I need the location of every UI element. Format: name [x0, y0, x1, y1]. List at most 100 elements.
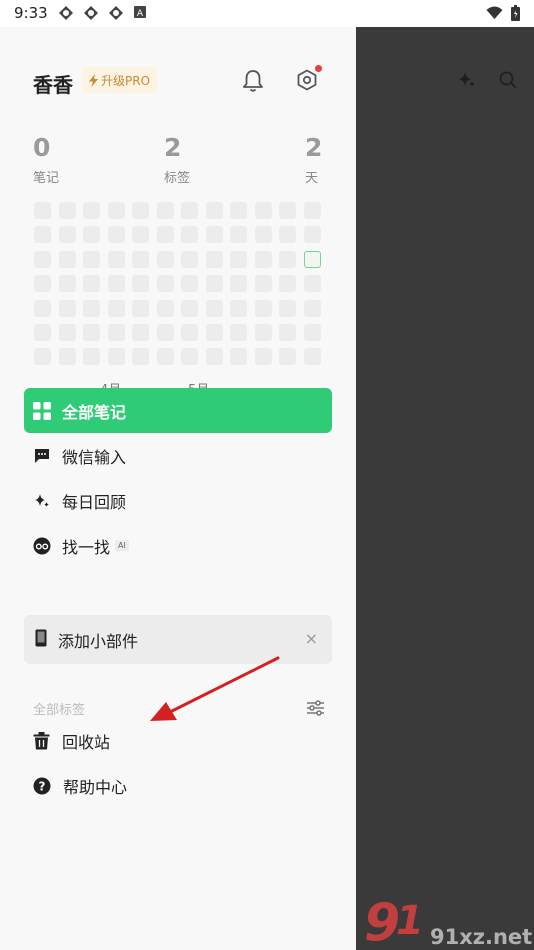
- notification-icons: A: [58, 5, 147, 21]
- heatmap-cell: [34, 202, 51, 219]
- phone-icon: [35, 629, 47, 651]
- heatmap-cell: [58, 348, 76, 366]
- stat-days-label: 天: [305, 171, 319, 186]
- heatmap-cell: [303, 275, 321, 293]
- heatmap-cell: [205, 226, 223, 244]
- stat-notes-value: 0: [33, 133, 51, 162]
- stat-notes-label: 笔记: [33, 171, 60, 186]
- heatmap-cell: [279, 250, 296, 268]
- heatmap-cell: [83, 250, 100, 268]
- help-icon: ?: [33, 777, 51, 795]
- settings-icon[interactable]: [296, 69, 318, 91]
- trash-icon: [33, 732, 50, 750]
- upgrade-label: 升级PRO: [101, 73, 151, 88]
- heatmap-cell: [107, 275, 125, 293]
- menu-item-search[interactable]: 找一找 AI: [24, 523, 332, 568]
- close-icon[interactable]: ×: [305, 629, 318, 648]
- ai-badge: AI: [115, 540, 129, 551]
- heatmap-cell: [83, 348, 100, 366]
- heatmap-cell: [156, 324, 174, 341]
- heatmap-cell: [205, 324, 223, 341]
- heatmap-cell: [230, 250, 247, 268]
- menu-item-daily-review[interactable]: 每日回顾: [24, 478, 332, 523]
- heatmap-cell: [156, 226, 174, 244]
- sync-icon: [84, 6, 98, 20]
- sync-icon: [59, 6, 73, 20]
- heatmap-cell: [254, 348, 272, 366]
- heatmap-cell: [83, 324, 100, 341]
- heatmap-cell: [279, 348, 296, 366]
- svg-text:A: A: [137, 9, 144, 19]
- heatmap-cell: [254, 275, 272, 293]
- heatmap-cell: [132, 202, 149, 219]
- heatmap-cell: [230, 299, 247, 317]
- upgrade-pro-badge[interactable]: 升级PRO: [82, 67, 158, 93]
- heatmap-cell: [303, 299, 321, 317]
- menu-item-wechat-input[interactable]: 微信输入: [24, 433, 332, 478]
- heatmap-cell: [205, 299, 223, 317]
- drawer-scrim[interactable]: [356, 27, 534, 950]
- heatmap-cell: [107, 299, 125, 317]
- heatmap-cell: [58, 226, 76, 244]
- activity-heatmap: [34, 202, 322, 367]
- heatmap-cell: [132, 226, 149, 244]
- heatmap-cell: [107, 226, 125, 244]
- menu-item-help-center[interactable]: ? 帮助中心: [33, 774, 127, 798]
- heatmap-cell: [279, 226, 296, 244]
- heatmap-cell: [34, 299, 51, 317]
- heatmap-cell: [303, 250, 321, 268]
- add-widget-card[interactable]: 添加小部件 ×: [24, 615, 332, 664]
- heatmap-cell: [181, 348, 198, 366]
- svg-text:9: 9: [364, 893, 400, 950]
- heatmap-cell: [230, 324, 247, 341]
- wifi-icon: [486, 6, 503, 19]
- stat-days: 2 天: [305, 133, 322, 186]
- heatmap-cell: [107, 250, 125, 268]
- heatmap-cell: [230, 226, 247, 244]
- heatmap-cell: [205, 250, 223, 268]
- svg-text:1: 1: [396, 898, 424, 944]
- filter-sliders-icon[interactable]: [306, 700, 325, 716]
- heatmap-cell: [58, 275, 76, 293]
- menu-item-all-notes[interactable]: 全部笔记: [24, 388, 332, 433]
- heatmap-cell: [303, 348, 321, 366]
- menu-item-recycle-bin[interactable]: 回收站: [33, 729, 110, 753]
- heatmap-cell: [156, 299, 174, 317]
- heatmap-cell: [254, 299, 272, 317]
- heatmap-cell: [34, 348, 51, 366]
- heatmap-cell: [181, 299, 198, 317]
- stat-tags-label: 标签: [164, 171, 191, 186]
- status-time: 9:33: [14, 4, 48, 22]
- heatmap-cell: [58, 202, 76, 219]
- username: 香香: [33, 73, 73, 97]
- heatmap-cell: [279, 324, 296, 341]
- heatmap-cell: [230, 275, 247, 293]
- heatmap-cell: [34, 275, 51, 293]
- heatmap-cell: [303, 324, 321, 341]
- menu-item-label: 微信输入: [62, 447, 127, 467]
- heatmap-cell: [230, 348, 247, 366]
- watermark-logo: 9 1 91xz.net: [362, 888, 534, 950]
- bell-icon[interactable]: [242, 69, 264, 93]
- heatmap-cell: [34, 226, 51, 244]
- search-icon[interactable]: [499, 71, 517, 89]
- menu-item-label: 每日回顾: [62, 492, 127, 512]
- sparkle-icon: [33, 492, 51, 510]
- heatmap-cell: [58, 250, 76, 268]
- heatmap-cell: [83, 202, 100, 219]
- heatmap-cell: [132, 250, 149, 268]
- sparkle-icon[interactable]: [458, 71, 476, 89]
- heatmap-cell: [34, 324, 51, 341]
- svg-text:?: ?: [39, 780, 46, 794]
- heatmap-cell: [107, 202, 125, 219]
- battery-icon: [511, 5, 520, 21]
- status-bar: 9:33 A: [0, 0, 534, 27]
- menu-item-label: 找一找: [62, 537, 111, 557]
- chat-icon: [33, 447, 51, 465]
- heatmap-cell: [254, 324, 272, 341]
- heatmap-cell: [83, 299, 100, 317]
- heatmap-cell: [132, 348, 149, 366]
- sync-icon: [109, 6, 123, 20]
- heatmap-cell: [34, 250, 51, 268]
- heatmap-cell: [156, 202, 174, 219]
